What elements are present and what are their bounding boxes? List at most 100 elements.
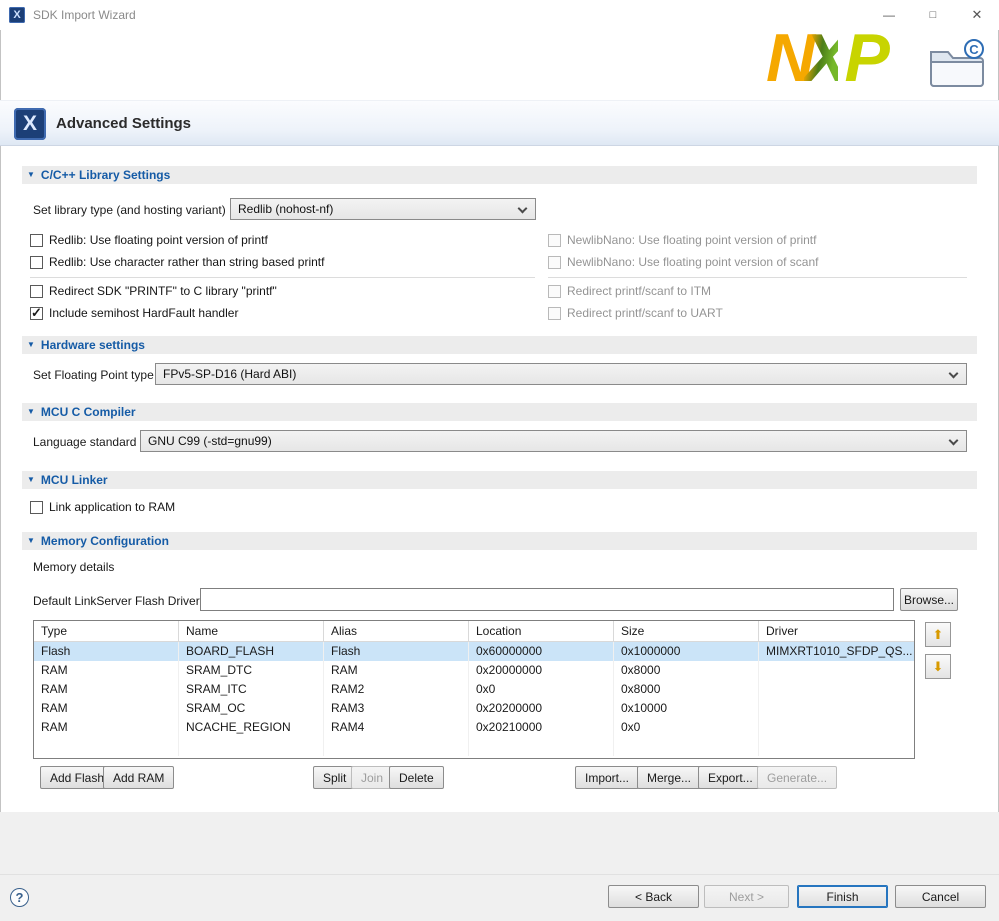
sdk-import-wizard-window: X SDK Import Wizard — □ ✕ NXP C X Advanc… [0,0,999,921]
collapse-icon: ▼ [27,537,35,545]
cell-type: RAM [34,680,179,699]
generate-button: Generate... [757,766,837,789]
column-header-location[interactable]: Location [469,621,614,642]
merge-button[interactable]: Merge... [637,766,701,789]
checkbox-box [30,234,43,247]
chevron-down-icon [949,369,959,379]
join-button: Join [351,766,393,789]
cell-empty [469,737,614,756]
back-button[interactable]: < Back [608,885,699,908]
window-title: SDK Import Wizard [33,8,136,22]
footer-bar: ? < Back Next > Finish Cancel [0,812,999,921]
nxp-logo-p: P [838,20,878,96]
checkbox-link-to-ram[interactable]: Link application to RAM [30,500,175,514]
section-mcu-c-compiler[interactable]: ▼ MCU C Compiler [22,403,977,421]
table-header-row: Type Name Alias Location Size Driver [34,621,914,642]
collapse-icon: ▼ [27,476,35,484]
column-header-name[interactable]: Name [179,621,324,642]
checkbox-label: Redlib: Use character rather than string… [49,255,324,269]
section-memory-configuration[interactable]: ▼ Memory Configuration [22,532,977,550]
language-standard-label: Language standard [33,435,136,449]
chevron-down-icon [518,204,528,214]
column-header-size[interactable]: Size [614,621,759,642]
checkbox-newlibnano-printf: NewlibNano: Use floating point version o… [548,233,816,247]
cell-driver [759,680,914,699]
cell-name: NCACHE_REGION [179,718,324,737]
close-icon[interactable]: ✕ [955,0,999,30]
export-button[interactable]: Export... [698,766,763,789]
floating-point-dropdown[interactable]: FPv5-SP-D16 (Hard ABI) [155,363,967,385]
collapse-icon: ▼ [27,341,35,349]
checkbox-semihost-hardfault[interactable]: ✓ Include semihost HardFault handler [30,306,238,320]
column-header-type[interactable]: Type [34,621,179,642]
checkbox-label: Redlib: Use floating point version of pr… [49,233,268,247]
checkbox-label: Redirect printf/scanf to UART [567,306,723,320]
cancel-button[interactable]: Cancel [895,885,986,908]
table-row-selected[interactable]: Flash BOARD_FLASH Flash 0x60000000 0x100… [34,642,914,661]
banner-icon-glyph: X [23,112,37,136]
cell-empty [179,737,324,756]
library-type-label: Set library type (and hosting variant) [33,203,226,217]
checkbox-box [548,256,561,269]
cell-size: 0x0 [614,718,759,737]
cell-size: 0x8000 [614,680,759,699]
section-hardware-settings[interactable]: ▼ Hardware settings [22,336,977,354]
checkbox-box-checked: ✓ [30,307,43,320]
checkbox-box [30,285,43,298]
column-header-driver[interactable]: Driver [759,621,914,642]
checkbox-redlib-char-printf[interactable]: Redlib: Use character rather than string… [30,255,324,269]
library-type-value: Redlib (nohost-nf) [238,202,333,216]
cell-type: RAM [34,699,179,718]
memory-table: Type Name Alias Location Size Driver Fla… [33,620,915,759]
divider [0,874,999,875]
section-mcu-linker[interactable]: ▼ MCU Linker [22,471,977,489]
cell-location: 0x20200000 [469,699,614,718]
cell-alias: RAM3 [324,699,469,718]
table-row-empty [34,737,914,756]
checkbox-box [548,285,561,298]
flash-driver-input[interactable] [200,588,894,611]
cell-type: RAM [34,718,179,737]
table-row[interactable]: RAM SRAM_DTC RAM 0x20000000 0x8000 [34,661,914,680]
help-button[interactable]: ? [10,888,29,907]
library-type-dropdown[interactable]: Redlib (nohost-nf) [230,198,536,220]
checkbox-redirect-uart: Redirect printf/scanf to UART [548,306,723,320]
collapse-icon: ▼ [27,171,35,179]
language-standard-dropdown[interactable]: GNU C99 (-std=gnu99) [140,430,967,452]
divider [30,277,535,278]
memory-details-label: Memory details [33,560,114,574]
import-button[interactable]: Import... [575,766,639,789]
arrow-up-icon: ⬆ [933,627,944,643]
arrow-down-icon: ⬇ [933,659,944,675]
table-row[interactable]: RAM SRAM_OC RAM3 0x20200000 0x10000 [34,699,914,718]
maximize-icon[interactable]: □ [911,0,955,30]
divider [548,277,967,278]
cell-driver [759,699,914,718]
add-ram-button[interactable]: Add RAM [103,766,174,789]
split-button[interactable]: Split [313,766,356,789]
cell-location: 0x20210000 [469,718,614,737]
checkbox-redirect-itm: Redirect printf/scanf to ITM [548,284,711,298]
flash-driver-label: Default LinkServer Flash Driver [33,594,200,608]
cell-empty [34,737,179,756]
language-standard-value: GNU C99 (-std=gnu99) [148,434,272,448]
cell-alias: Flash [324,642,469,661]
finish-button[interactable]: Finish [797,885,888,908]
column-header-alias[interactable]: Alias [324,621,469,642]
app-icon-glyph: X [13,9,20,21]
checkbox-redlib-float-printf[interactable]: Redlib: Use floating point version of pr… [30,233,268,247]
checkbox-redirect-sdk-printf[interactable]: Redirect SDK "PRINTF" to C library "prin… [30,284,277,298]
table-row[interactable]: RAM SRAM_ITC RAM2 0x0 0x8000 [34,680,914,699]
section-title: Memory Configuration [41,534,169,548]
checkbox-label: Redirect SDK "PRINTF" to C library "prin… [49,284,277,298]
browse-button[interactable]: Browse... [900,588,958,611]
help-icon: ? [16,890,24,905]
cell-empty [614,737,759,756]
move-up-button[interactable]: ⬆ [925,622,951,647]
move-down-button[interactable]: ⬇ [925,654,951,679]
cell-empty [759,737,914,756]
section-library-settings[interactable]: ▼ C/C++ Library Settings [22,166,977,184]
delete-button[interactable]: Delete [389,766,444,789]
cell-size: 0x1000000 [614,642,759,661]
table-row[interactable]: RAM NCACHE_REGION RAM4 0x20210000 0x0 [34,718,914,737]
